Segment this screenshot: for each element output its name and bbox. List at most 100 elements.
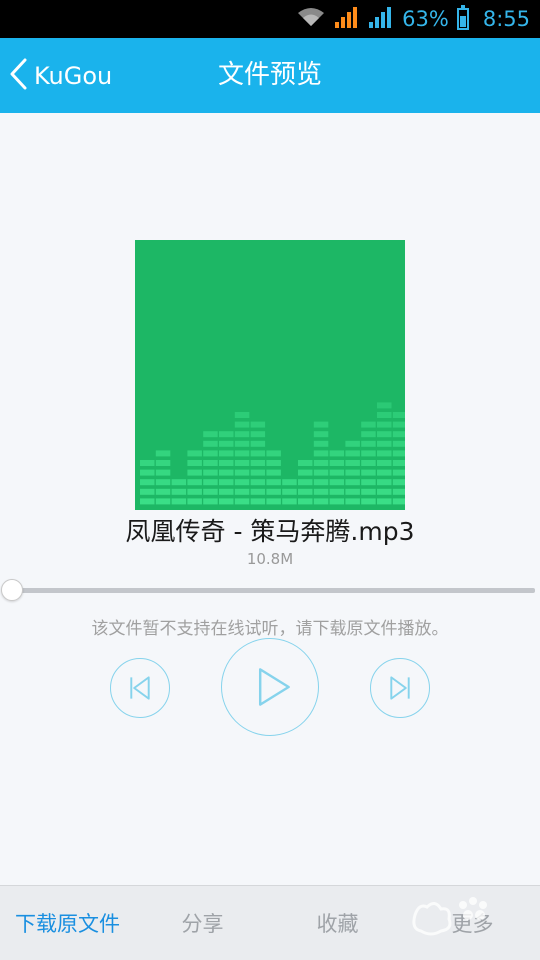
equalizer-segment bbox=[377, 488, 392, 495]
equalizer-segment bbox=[392, 460, 405, 466]
equalizer-segment bbox=[345, 479, 360, 486]
battery-percent: 63% bbox=[402, 7, 449, 31]
equalizer-segment bbox=[250, 440, 266, 447]
equalizer-segment bbox=[140, 469, 155, 476]
equalizer-segment bbox=[140, 479, 155, 486]
equalizer-segment bbox=[234, 488, 250, 495]
equalizer-segment bbox=[250, 421, 266, 428]
skip-previous-icon bbox=[130, 676, 150, 700]
equalizer-segment bbox=[392, 450, 405, 457]
equalizer-segment bbox=[345, 460, 360, 466]
equalizer-segment bbox=[219, 488, 234, 495]
equalizer-segment bbox=[361, 431, 376, 438]
equalizer-segment bbox=[203, 498, 218, 505]
equalizer-segment bbox=[250, 479, 266, 486]
equalizer-segment bbox=[203, 431, 218, 438]
share-button[interactable]: 分享 bbox=[135, 908, 270, 938]
equalizer-segment bbox=[171, 498, 187, 505]
equalizer-segment bbox=[392, 421, 405, 428]
equalizer-segment bbox=[345, 440, 360, 447]
equalizer-segment bbox=[219, 440, 234, 447]
equalizer-segment bbox=[187, 460, 202, 466]
equalizer-segment bbox=[219, 469, 234, 476]
equalizer-segment bbox=[250, 469, 266, 476]
equalizer-segment bbox=[219, 479, 234, 486]
download-original-button[interactable]: 下载原文件 bbox=[0, 908, 135, 938]
equalizer-segment bbox=[361, 488, 376, 495]
equalizer-segment bbox=[345, 450, 360, 457]
equalizer-segment bbox=[377, 469, 392, 476]
equalizer-segment bbox=[234, 431, 250, 438]
equalizer-segment bbox=[329, 469, 345, 476]
play-icon bbox=[258, 668, 290, 706]
equalizer-icon bbox=[140, 402, 405, 505]
play-button[interactable] bbox=[221, 638, 319, 736]
signal-icon-blue bbox=[368, 6, 394, 33]
equalizer-segment bbox=[171, 488, 187, 495]
equalizer-segment bbox=[250, 498, 266, 505]
equalizer-segment bbox=[392, 498, 405, 505]
equalizer-segment bbox=[155, 469, 171, 476]
equalizer-segment bbox=[377, 440, 392, 447]
equalizer-segment bbox=[155, 498, 171, 505]
equalizer-segment bbox=[298, 460, 313, 466]
equalizer-segment bbox=[377, 460, 392, 466]
equalizer-segment bbox=[377, 479, 392, 486]
equalizer-segment bbox=[329, 488, 345, 495]
equalizer-segment bbox=[187, 479, 202, 486]
back-button[interactable]: KuGou bbox=[8, 38, 112, 113]
equalizer-segment bbox=[313, 450, 329, 457]
equalizer-segment bbox=[377, 421, 392, 428]
clock: 8:55 bbox=[482, 7, 530, 31]
equalizer-segment bbox=[187, 450, 202, 457]
equalizer-segment bbox=[219, 498, 234, 505]
bottom-action-bar: 下载原文件 分享 收藏 更多 bbox=[0, 885, 540, 960]
equalizer-segment bbox=[392, 488, 405, 495]
equalizer-segment bbox=[234, 479, 250, 486]
equalizer-segment bbox=[234, 460, 250, 466]
album-art bbox=[135, 240, 405, 510]
equalizer-segment bbox=[313, 488, 329, 495]
equalizer-segment bbox=[377, 402, 392, 409]
unsupported-notice: 该文件暂不支持在线试听，请下载原文件播放。 bbox=[91, 619, 449, 639]
equalizer-segment bbox=[377, 412, 392, 418]
equalizer-segment bbox=[361, 469, 376, 476]
equalizer-segment bbox=[140, 488, 155, 495]
equalizer-segment bbox=[361, 479, 376, 486]
equalizer-segment bbox=[234, 498, 250, 505]
more-button[interactable]: 更多 bbox=[405, 908, 540, 938]
equalizer-segment bbox=[234, 421, 250, 428]
equalizer-segment bbox=[313, 469, 329, 476]
equalizer-segment bbox=[250, 450, 266, 457]
equalizer-segment bbox=[203, 440, 218, 447]
equalizer-segment bbox=[250, 488, 266, 495]
skip-next-icon bbox=[390, 676, 410, 700]
previous-button[interactable] bbox=[110, 658, 170, 718]
progress-bar[interactable] bbox=[12, 588, 535, 593]
equalizer-segment bbox=[266, 469, 281, 476]
equalizer-segment bbox=[155, 488, 171, 495]
equalizer-segment bbox=[377, 498, 392, 505]
equalizer-segment bbox=[140, 498, 155, 505]
chevron-left-icon bbox=[8, 57, 30, 95]
progress-thumb[interactable] bbox=[1, 579, 23, 601]
equalizer-segment bbox=[250, 460, 266, 466]
equalizer-segment bbox=[171, 479, 187, 486]
equalizer-segment bbox=[282, 498, 297, 505]
equalizer-segment bbox=[377, 450, 392, 457]
favorite-button[interactable]: 收藏 bbox=[270, 908, 405, 938]
equalizer-segment bbox=[361, 450, 376, 457]
equalizer-segment bbox=[392, 440, 405, 447]
equalizer-segment bbox=[345, 498, 360, 505]
equalizer-segment bbox=[392, 469, 405, 476]
equalizer-segment bbox=[345, 469, 360, 476]
equalizer-segment bbox=[266, 498, 281, 505]
back-label: KuGou bbox=[34, 61, 113, 90]
equalizer-segment bbox=[219, 450, 234, 457]
equalizer-segment bbox=[298, 498, 313, 505]
equalizer-segment bbox=[282, 488, 297, 495]
equalizer-segment bbox=[203, 469, 218, 476]
wifi-icon bbox=[296, 6, 326, 33]
next-button[interactable] bbox=[370, 658, 430, 718]
equalizer-segment bbox=[313, 479, 329, 486]
